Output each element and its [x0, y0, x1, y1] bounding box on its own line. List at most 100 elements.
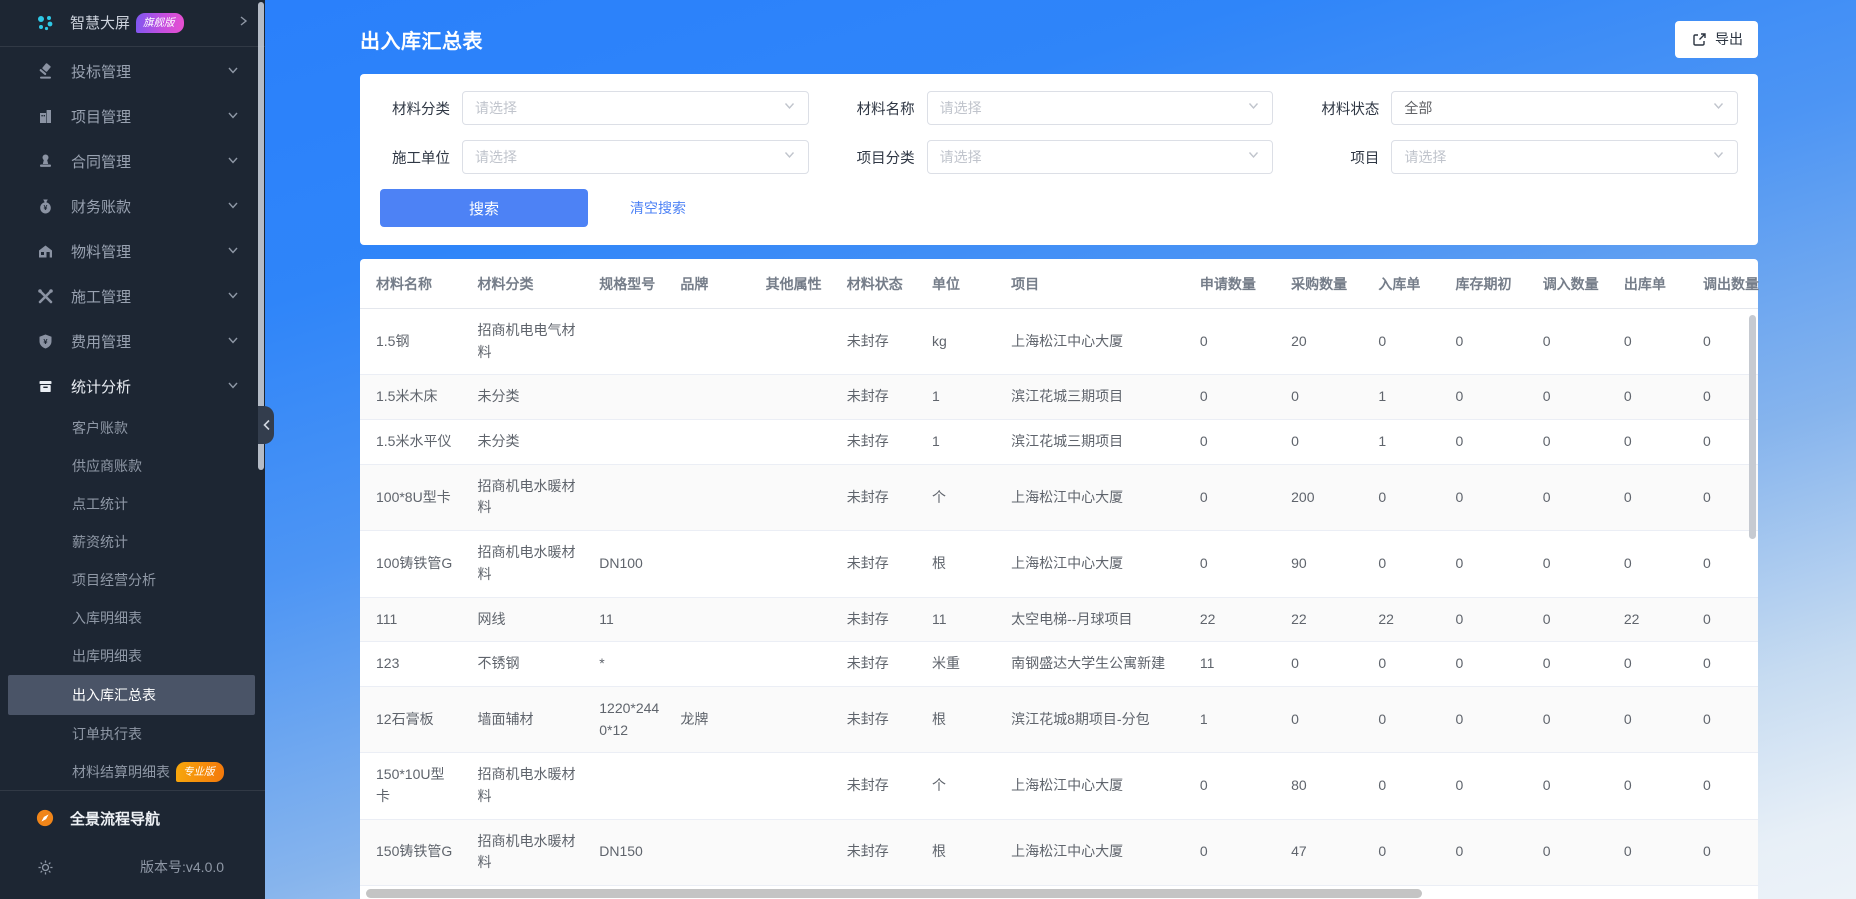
sidebar-subitem-inout-summary[interactable]: 出入库汇总表 [8, 675, 255, 715]
table-row: 111网线11未封存11太空电梯--月球项目22222200220 [360, 597, 1758, 642]
select-placeholder: 请选择 [475, 147, 783, 167]
construction-unit-select[interactable]: 请选择 [462, 140, 809, 174]
sidebar-subitem-daywork-stats[interactable]: 点工统计 [0, 485, 265, 523]
sidebar-item-statistics[interactable]: 统计分析 [0, 364, 265, 409]
horizontal-scrollbar-thumb[interactable] [366, 889, 1422, 898]
gear-icon[interactable] [36, 858, 54, 876]
column-header: 单位 [922, 259, 1001, 309]
submenu-item-label: 点工统计 [72, 494, 128, 514]
table-cell: 80 [1281, 753, 1368, 819]
sidebar-scrollbar[interactable] [258, 2, 264, 470]
table-row: 150*10U型卡招商机电水暖材料未封存个上海松江中心大厦08000000 [360, 753, 1758, 819]
chevron-right-icon [237, 14, 249, 32]
export-button[interactable]: 导出 [1675, 21, 1758, 58]
table-cell: 未封存 [837, 597, 922, 642]
select-placeholder: 请选择 [940, 98, 1248, 118]
sidebar-subitem-customer-accounts[interactable]: 客户账款 [0, 409, 265, 447]
table-cell: 0 [1533, 642, 1614, 687]
table-cell [756, 464, 837, 530]
sidebar-subitem-salary-stats[interactable]: 薪资统计 [0, 523, 265, 561]
sidebar-item-material[interactable]: 物料管理 [0, 229, 265, 274]
material-status-select[interactable]: 全部 [1391, 91, 1738, 125]
sidebar-item-smart-screen[interactable]: 智慧大屏 旗舰版 [0, 0, 265, 46]
sidebar-subitem-project-operation-analysis[interactable]: 项目经营分析 [0, 561, 265, 599]
table-cell: 0 [1614, 753, 1693, 819]
table-cell [670, 597, 755, 642]
project-category-select[interactable]: 请选择 [927, 140, 1274, 174]
table-cell: 南钢盛达大学生公寓新建 [1001, 642, 1190, 687]
sidebar-subitem-inbound-detail[interactable]: 入库明细表 [0, 599, 265, 637]
clear-search-link[interactable]: 清空搜索 [630, 198, 686, 218]
sidebar-subitem-outbound-detail[interactable]: 出库明细表 [0, 637, 265, 675]
archive-icon [36, 377, 54, 395]
filter-label: 材料分类 [380, 98, 450, 119]
table-cell: 0 [1533, 464, 1614, 530]
table-cell: 0 [1614, 819, 1693, 885]
table-header-row: 材料名称材料分类规格型号品牌其他属性材料状态单位项目申请数量采购数量入库单库存期… [360, 259, 1758, 309]
column-header: 品牌 [670, 259, 755, 309]
svg-text:¥: ¥ [43, 205, 47, 212]
filter-panel: 材料分类请选择材料名称请选择材料状态全部施工单位请选择项目分类请选择项目请选择 … [360, 74, 1758, 245]
material-category-select[interactable]: 请选择 [462, 91, 809, 125]
horizontal-scrollbar[interactable] [364, 889, 1754, 899]
filter-field-project-category: 项目分类请选择 [845, 140, 1274, 174]
table-cell [756, 753, 837, 819]
chevron-down-icon [1247, 99, 1260, 117]
sidebar-item-bidding[interactable]: 投标管理 [0, 49, 265, 94]
app-root: 智慧大屏 旗舰版 投标管理项目管理合同管理¥财务账款物料管理施工管理¥费用管理统… [0, 0, 1856, 899]
filter-label: 项目 [1309, 147, 1379, 168]
filter-label: 材料名称 [845, 98, 915, 119]
table-cell [756, 309, 837, 375]
sidebar-item-label: 费用管理 [71, 331, 131, 352]
sidebar-item-contract[interactable]: 合同管理 [0, 139, 265, 184]
table-cell [670, 642, 755, 687]
table-cell: 未封存 [837, 309, 922, 375]
sidebar-item-finance[interactable]: ¥财务账款 [0, 184, 265, 229]
table-cell: 0 [1693, 686, 1758, 752]
table-cell: 0 [1190, 819, 1281, 885]
table-cell: 0 [1281, 686, 1368, 752]
table-cell: 0 [1368, 309, 1445, 375]
table-cell: kg [922, 309, 1001, 375]
sidebar-item-construction[interactable]: 施工管理 [0, 274, 265, 319]
table-cell [756, 420, 837, 465]
sidebar-item-label: 施工管理 [71, 286, 131, 307]
table-cell: 1 [1368, 375, 1445, 420]
column-header: 采购数量 [1281, 259, 1368, 309]
chevron-down-icon [783, 99, 796, 117]
table-row: 12石膏板墙面辅材1220*2440*12龙牌未封存根滨江花城8期项目-分包10… [360, 686, 1758, 752]
sidebar-subitem-material-settlement-detail[interactable]: 材料结算明细表专业版 [0, 753, 265, 790]
filter-row: 施工单位请选择项目分类请选择项目请选择 [380, 140, 1738, 174]
column-header: 入库单 [1368, 259, 1445, 309]
table-cell: 未封存 [837, 686, 922, 752]
table-cell: 0 [1614, 464, 1693, 530]
project-select[interactable]: 请选择 [1391, 140, 1738, 174]
sidebar-item-panorama-nav[interactable]: 全景流程导航 [0, 793, 265, 843]
table-cell: 0 [1190, 464, 1281, 530]
topbar: 出入库汇总表 导出 [360, 16, 1758, 62]
table-cell: 1220*2440*12 [589, 686, 670, 752]
table-cell [670, 420, 755, 465]
table-cell: 未封存 [837, 375, 922, 420]
table-cell: 0 [1533, 686, 1614, 752]
filter-label: 材料状态 [1309, 98, 1379, 119]
sidebar-collapse-handle[interactable] [258, 406, 274, 444]
table-cell: 根 [922, 686, 1001, 752]
table-cell: 0 [1533, 420, 1614, 465]
vertical-scrollbar-thumb[interactable] [1749, 315, 1756, 539]
table-cell: 0 [1445, 420, 1532, 465]
table-cell: 0 [1368, 753, 1445, 819]
sidebar-item-project[interactable]: 项目管理 [0, 94, 265, 139]
table-row: 123不锈钢*未封存米重南钢盛达大学生公寓新建11000000 [360, 642, 1758, 687]
table-cell: 0 [1190, 420, 1281, 465]
table-cell: 0 [1445, 819, 1532, 885]
sidebar-subitem-order-execution[interactable]: 订单执行表 [0, 715, 265, 753]
sidebar-divider [0, 46, 265, 47]
sidebar: 智慧大屏 旗舰版 投标管理项目管理合同管理¥财务账款物料管理施工管理¥费用管理统… [0, 0, 265, 899]
table-cell: 0 [1533, 753, 1614, 819]
material-name-select[interactable]: 请选择 [927, 91, 1274, 125]
sidebar-item-expense[interactable]: ¥费用管理 [0, 319, 265, 364]
sidebar-subitem-supplier-accounts[interactable]: 供应商账款 [0, 447, 265, 485]
table-cell: 米重 [922, 642, 1001, 687]
search-button[interactable]: 搜索 [380, 189, 588, 227]
